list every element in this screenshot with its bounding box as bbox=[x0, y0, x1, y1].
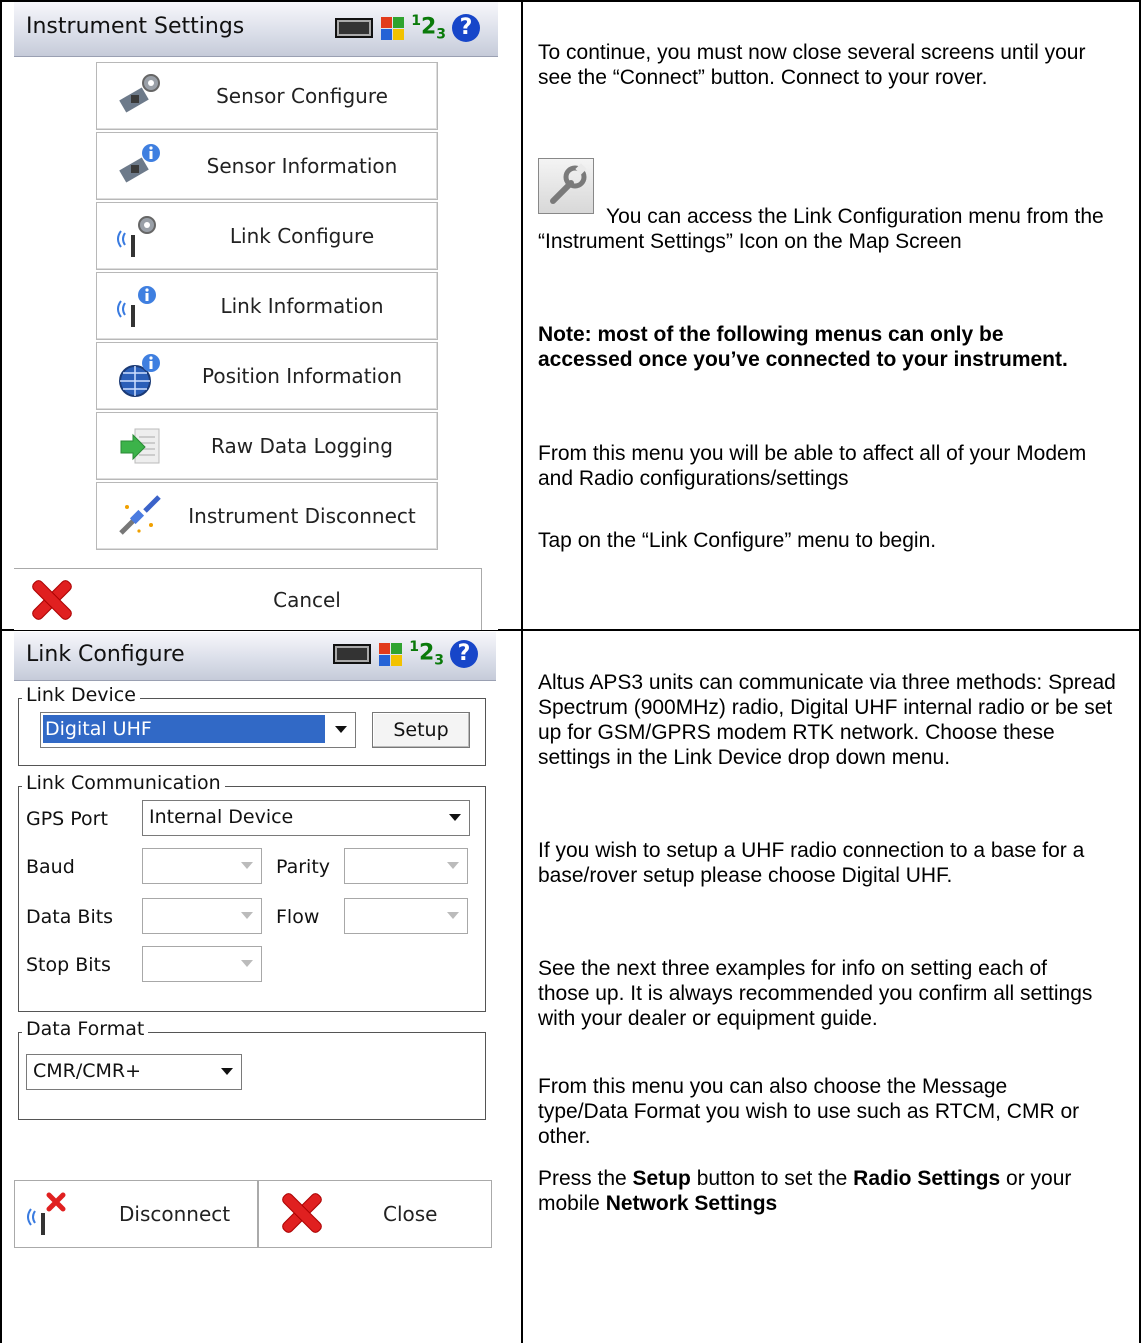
stop-bits-label: Stop Bits bbox=[26, 954, 111, 976]
menu-item-label: Link Information bbox=[220, 294, 384, 318]
data-format-value: CMR/CMR+ bbox=[33, 1060, 142, 1082]
link-configure-screen: Link Configure 123 ? Link Device Digital… bbox=[14, 632, 496, 1252]
flow-select[interactable] bbox=[344, 898, 468, 934]
chevron-down-icon bbox=[449, 814, 461, 821]
red-x-icon bbox=[29, 578, 73, 622]
menu-item-label: Instrument Disconnect bbox=[188, 504, 416, 528]
altus-paragraph-2: If you wish to setup a UHF radio connect… bbox=[538, 839, 1085, 887]
title-bar: Link Configure 123 ? bbox=[14, 632, 496, 681]
instructions-paragraph-2: You can access the Link Configuration me… bbox=[538, 204, 1113, 254]
globe-info-icon bbox=[117, 353, 163, 399]
table-border-middle bbox=[521, 0, 523, 1343]
menu-item-label: Raw Data Logging bbox=[211, 434, 393, 458]
note-paragraph: Note: most of the following menus can on… bbox=[538, 323, 1068, 371]
help-icon[interactable]: ? bbox=[452, 14, 480, 42]
chevron-down-icon bbox=[335, 726, 347, 733]
close-button[interactable]: Close bbox=[258, 1180, 492, 1248]
system-tray: 123 ? bbox=[335, 10, 480, 46]
instrument-disconnect-button[interactable]: Instrument Disconnect bbox=[96, 482, 438, 550]
antenna-info-icon bbox=[117, 283, 163, 329]
disconnect-plug-icon bbox=[117, 493, 163, 539]
close-label: Close bbox=[383, 1202, 438, 1226]
paragraph-2-text: You can access the Link Configuration me… bbox=[538, 205, 1104, 253]
link-communication-legend: Link Communication bbox=[22, 772, 225, 794]
flow-label: Flow bbox=[276, 906, 320, 928]
stop-bits-select[interactable] bbox=[142, 946, 262, 982]
data-format-select[interactable]: CMR/CMR+ bbox=[26, 1054, 242, 1090]
baud-select[interactable] bbox=[142, 848, 262, 884]
keyboard-icon[interactable] bbox=[335, 18, 374, 38]
disconnect-button[interactable]: Disconnect bbox=[14, 1180, 258, 1248]
parity-select[interactable] bbox=[344, 848, 468, 884]
setup-button[interactable]: Setup bbox=[372, 712, 470, 748]
data-bits-label: Data Bits bbox=[26, 906, 114, 928]
satellite-gear-icon bbox=[117, 73, 163, 119]
gps-port-value: Internal Device bbox=[149, 806, 294, 828]
windows-flag-icon[interactable] bbox=[379, 15, 405, 41]
input-mode-icon[interactable]: 123 bbox=[409, 639, 444, 669]
cancel-label: Cancel bbox=[273, 588, 341, 612]
chevron-down-icon bbox=[447, 912, 459, 919]
instructions-paragraph-1: To continue, you must now close several … bbox=[538, 41, 1086, 89]
altus-paragraph-4: From this menu you can also choose the M… bbox=[538, 1075, 1080, 1148]
help-icon[interactable]: ? bbox=[450, 640, 478, 668]
altus-paragraph-5: Press the Setup button to set the Radio … bbox=[538, 1166, 1118, 1216]
red-x-icon bbox=[279, 1191, 323, 1235]
sensor-configure-button[interactable]: Sensor Configure bbox=[96, 62, 438, 130]
altus-paragraph-3: See the next three examples for info on … bbox=[538, 957, 1093, 1030]
antenna-gear-icon bbox=[117, 213, 163, 259]
raw-data-logging-button[interactable]: Raw Data Logging bbox=[96, 412, 438, 480]
chevron-down-icon bbox=[241, 862, 253, 869]
link-device-legend: Link Device bbox=[22, 684, 140, 706]
link-information-button[interactable]: Link Information bbox=[96, 272, 438, 340]
instructions-paragraph-4: From this menu you will be able to affec… bbox=[538, 442, 1087, 490]
document-table: Instrument Settings 123 ? Sensor Configu… bbox=[0, 0, 1141, 1343]
table-border-left bbox=[0, 0, 2, 1343]
data-format-legend: Data Format bbox=[22, 1018, 149, 1040]
menu-item-label: Sensor Configure bbox=[216, 84, 388, 108]
altus-paragraph-1: Altus APS3 units can communicate via thr… bbox=[538, 671, 1116, 769]
title-bar: Instrument Settings 123 ? bbox=[14, 2, 498, 57]
windows-flag-icon[interactable] bbox=[377, 641, 403, 667]
chevron-down-icon bbox=[241, 960, 253, 967]
keyboard-icon[interactable] bbox=[333, 644, 372, 664]
chevron-down-icon bbox=[447, 862, 459, 869]
disconnect-label: Disconnect bbox=[119, 1202, 231, 1226]
data-logging-icon bbox=[117, 423, 163, 469]
menu-item-label: Sensor Information bbox=[206, 154, 398, 178]
chevron-down-icon bbox=[221, 1068, 233, 1075]
data-bits-select[interactable] bbox=[142, 898, 262, 934]
satellite-info-icon bbox=[117, 143, 163, 189]
parity-label: Parity bbox=[276, 856, 331, 878]
p5-network-settings-bold: Network Settings bbox=[605, 1192, 778, 1215]
input-mode-icon[interactable]: 123 bbox=[411, 13, 446, 43]
menu-item-label: Link Configure bbox=[229, 224, 375, 248]
cancel-button[interactable]: Cancel bbox=[14, 568, 482, 630]
p5-text-c: button to set the bbox=[690, 1167, 854, 1190]
baud-label: Baud bbox=[26, 856, 75, 878]
link-device-select[interactable]: Digital UHF bbox=[40, 712, 356, 748]
p5-setup-bold: Setup bbox=[632, 1167, 691, 1190]
gps-port-select[interactable]: Internal Device bbox=[142, 800, 470, 836]
system-tray: 123 ? bbox=[333, 636, 478, 672]
screen-title: Link Configure bbox=[26, 642, 185, 667]
antenna-disconnect-icon bbox=[27, 1191, 73, 1237]
gps-port-label: GPS Port bbox=[26, 808, 108, 830]
sensor-information-button[interactable]: Sensor Information bbox=[96, 132, 438, 200]
chevron-down-icon bbox=[241, 912, 253, 919]
link-configure-button[interactable]: Link Configure bbox=[96, 202, 438, 270]
link-device-value: Digital UHF bbox=[43, 715, 325, 743]
position-information-button[interactable]: Position Information bbox=[96, 342, 438, 410]
p5-text-a: Press the bbox=[538, 1167, 633, 1190]
menu-item-label: Position Information bbox=[202, 364, 402, 388]
p5-radio-settings-bold: Radio Settings bbox=[853, 1167, 1001, 1190]
instrument-settings-screen: Instrument Settings 123 ? Sensor Configu… bbox=[14, 2, 498, 630]
screen-title: Instrument Settings bbox=[26, 14, 245, 39]
instructions-paragraph-5: Tap on the “Link Configure” menu to begi… bbox=[538, 529, 937, 552]
